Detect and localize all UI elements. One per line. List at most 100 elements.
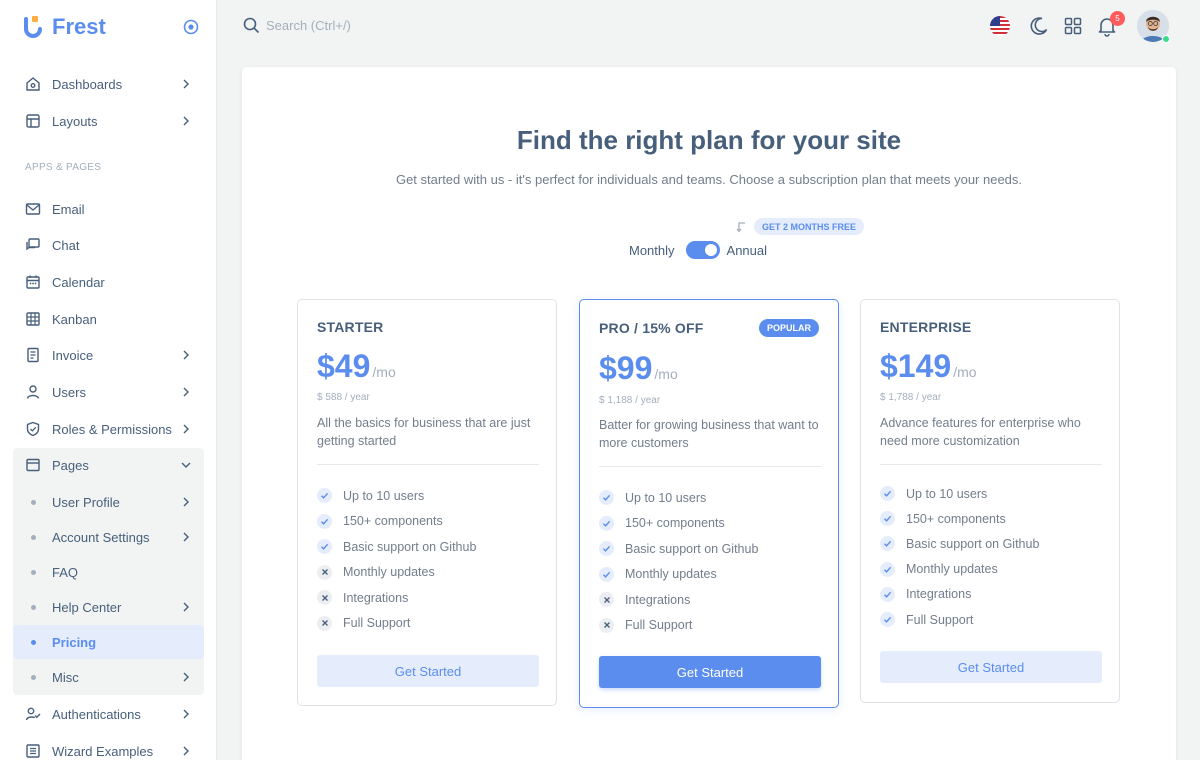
chevron-right-icon xyxy=(183,387,189,397)
check-icon xyxy=(317,513,332,529)
sidebar-subitem-label: User Profile xyxy=(52,494,120,510)
bullet-icon xyxy=(31,639,36,645)
sidebar-subitem-account-settings[interactable]: Account Settings xyxy=(13,520,204,554)
feature-item: Monthly updates xyxy=(317,560,476,586)
feature-label: Up to 10 users xyxy=(343,488,425,503)
sidebar-item-roles-permissions[interactable]: Roles & Permissions xyxy=(13,412,204,446)
top-navbar: Search (Ctrl+/) 5 xyxy=(217,0,1200,52)
sidebar-item-dashboards[interactable]: Dashboards xyxy=(13,67,204,101)
check-icon xyxy=(599,566,614,582)
sidebar-section-header: APPS & PAGES xyxy=(25,162,102,173)
x-icon xyxy=(599,592,614,608)
sidebar-item-label: Email xyxy=(52,201,85,217)
chevron-right-icon xyxy=(183,424,189,434)
x-icon xyxy=(317,564,332,580)
bullet-icon xyxy=(31,499,36,505)
chevron-right-icon xyxy=(183,532,189,542)
pricing-card: Find the right plan for your site Get st… xyxy=(242,67,1176,760)
sidebar-item-email[interactable]: Email xyxy=(13,192,204,226)
sidebar-item-label: Kanban xyxy=(52,311,97,327)
feature-label: 150+ components xyxy=(343,514,443,529)
sidebar-item-pages[interactable]: Pages xyxy=(13,448,204,482)
feature-item: 150+ components xyxy=(317,509,476,535)
plan-description: Batter for growing business that want to… xyxy=(599,418,819,450)
feature-label: Up to 10 users xyxy=(906,486,988,501)
divider xyxy=(599,466,821,467)
feature-label: Basic support on Github xyxy=(625,541,759,556)
user-icon xyxy=(25,384,41,400)
x-icon xyxy=(317,590,332,606)
get-started-button[interactable]: Get Started xyxy=(317,655,539,687)
plan-name: STARTER xyxy=(317,319,384,335)
feature-label: Integrations xyxy=(906,587,972,602)
sidebar-item-label: Invoice xyxy=(52,347,94,363)
sidebar-item-invoice[interactable]: Invoice xyxy=(13,338,204,372)
sidebar-item-label: Dashboards xyxy=(52,76,123,92)
moon-icon[interactable] xyxy=(1028,15,1050,37)
chevron-right-icon xyxy=(183,350,189,360)
search-icon xyxy=(243,17,260,34)
sidebar-item-users[interactable]: Users xyxy=(13,375,204,409)
bullet-icon xyxy=(31,674,36,680)
search-bar[interactable]: Search (Ctrl+/) xyxy=(243,17,351,34)
brand[interactable]: Frest xyxy=(22,13,106,41)
get-started-button[interactable]: Get Started xyxy=(599,656,821,688)
bullet-icon xyxy=(31,604,36,610)
feature-label: Basic support on Github xyxy=(343,539,477,554)
billing-toggle-switch[interactable] xyxy=(685,241,720,259)
feature-item: Integrations xyxy=(317,585,476,611)
sidebar-item-calendar[interactable]: Calendar xyxy=(13,265,204,299)
sidebar-item-layouts[interactable]: Layouts xyxy=(13,104,204,138)
sidebar-subitem-label: Pricing xyxy=(52,634,97,650)
sidebar-item-authentications[interactable]: Authentications xyxy=(13,697,204,731)
feature-item: Up to 10 users xyxy=(599,485,758,511)
toggle-label-monthly[interactable]: Monthly xyxy=(629,243,675,258)
sidebar-subitem-label: Account Settings xyxy=(52,529,150,545)
chevron-right-icon xyxy=(183,497,189,507)
online-status-indicator xyxy=(1162,35,1170,43)
price-amount: $149 xyxy=(880,348,952,384)
sidebar-item-kanban[interactable]: Kanban xyxy=(13,302,204,336)
feature-label: Up to 10 users xyxy=(625,490,707,505)
page-subtitle: Get started with us - it's perfect for i… xyxy=(395,172,1023,187)
apps-grid-icon[interactable] xyxy=(1062,15,1084,37)
feature-label: Integrations xyxy=(343,590,409,605)
promo-badge: GET 2 MONTHS FREE xyxy=(754,218,865,235)
toggle-label-annual[interactable]: Annual xyxy=(727,243,767,258)
auth-icon xyxy=(25,706,41,722)
sidebar-item-wizard-examples[interactable]: Wizard Examples xyxy=(13,734,204,760)
sidebar-subitem-misc[interactable]: Misc xyxy=(13,660,204,694)
sidebar-toggle-icon[interactable] xyxy=(183,19,199,35)
check-icon xyxy=(880,486,895,502)
sidebar-subitem-label: Help Center xyxy=(52,599,122,615)
sidebar-subitem-help-center[interactable]: Help Center xyxy=(13,590,204,624)
get-started-button[interactable]: Get Started xyxy=(880,651,1102,683)
mail-icon xyxy=(25,201,41,217)
home-icon xyxy=(25,76,41,92)
feature-item: Monthly updates xyxy=(599,562,758,588)
chat-icon xyxy=(25,237,41,253)
layout-icon xyxy=(25,113,41,129)
plan-price: $49 /mo xyxy=(317,348,396,385)
sidebar-subitem-faq[interactable]: FAQ xyxy=(13,555,204,589)
plan-name: PRO / 15% OFF xyxy=(599,320,704,336)
check-icon xyxy=(880,561,895,577)
sidebar-item-chat[interactable]: Chat xyxy=(13,228,204,262)
feature-item: Full Support xyxy=(317,611,476,637)
sidebar-item-label: Wizard Examples xyxy=(52,743,154,759)
feature-label: Integrations xyxy=(625,592,691,607)
us-flag-icon[interactable] xyxy=(989,15,1011,37)
feature-label: Monthly updates xyxy=(625,567,717,582)
sidebar-subitem-pricing[interactable]: Pricing xyxy=(13,625,204,659)
brand-logo-icon xyxy=(24,16,42,38)
price-yearly: $ 1,788 / year xyxy=(880,392,942,403)
sidebar-item-label: Chat xyxy=(52,237,80,253)
shield-icon xyxy=(25,421,41,437)
check-icon xyxy=(880,586,895,602)
price-period: /mo xyxy=(654,366,678,382)
toggle-knob xyxy=(704,244,717,256)
sidebar-subitem-label: FAQ xyxy=(52,564,79,580)
feature-label: Full Support xyxy=(625,618,693,633)
sidebar-subitem-user-profile[interactable]: User Profile xyxy=(13,485,204,519)
chevron-right-icon xyxy=(183,746,189,756)
